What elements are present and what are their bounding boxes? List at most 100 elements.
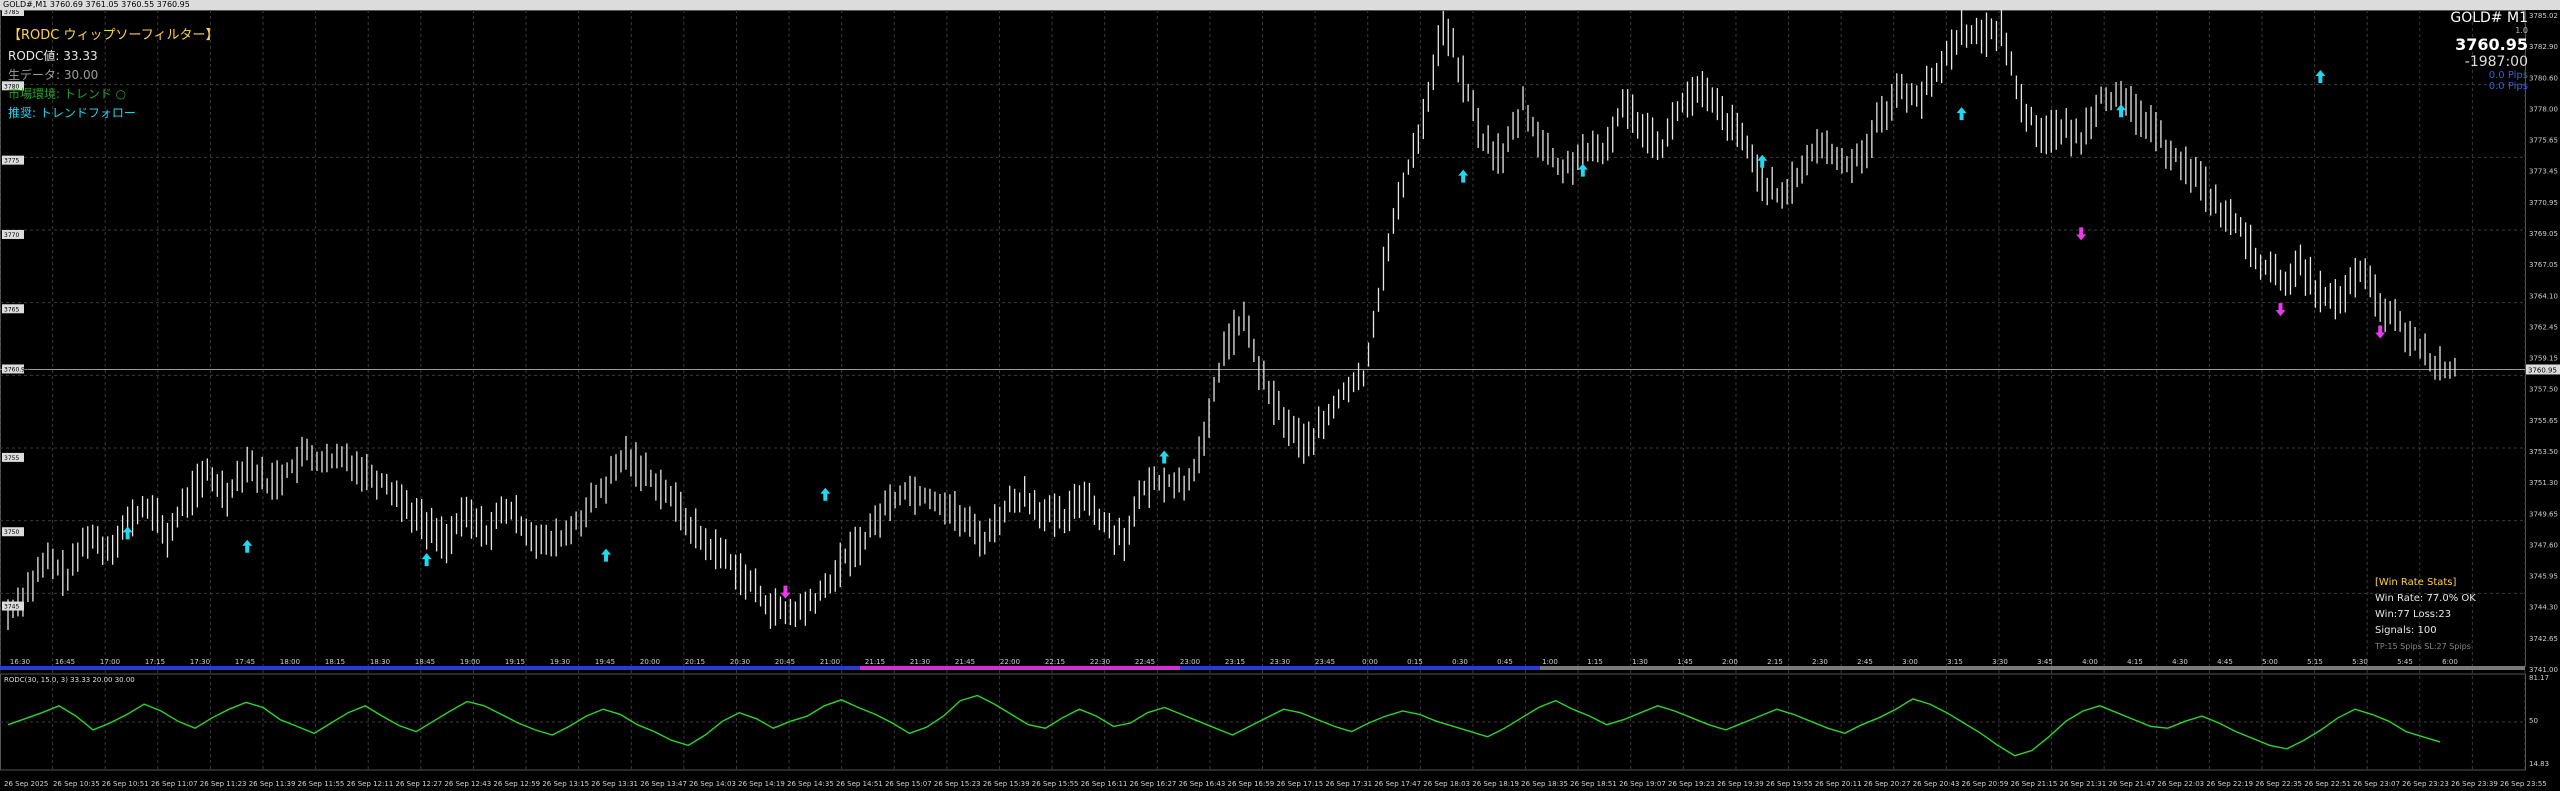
time-strip-label: 2:30 (1812, 658, 1828, 666)
bottom-axis-label: 26 Sep 14:35 (787, 780, 834, 788)
time-strip-label: 21:30 (910, 658, 930, 666)
chart-axes: 3785.02 3782.90 3780.60 3778.00 3775.65 3773.… (2, 10, 2560, 788)
buy-arrow-icon (122, 526, 133, 540)
price-axis-label: 3773.45 (2529, 168, 2558, 176)
spread-ratio: 1.0 (2515, 26, 2528, 35)
time-strip-label: 3:15 (1947, 658, 1963, 666)
bottom-axis-label: 26 Sep 22:19 (2206, 780, 2253, 788)
time-strip-label: 21:15 (865, 658, 885, 666)
time-strip-label: 6:00 (2442, 658, 2458, 666)
price-axis-label: 3749.65 (2529, 510, 2558, 518)
time-strip-label: 19:15 (505, 658, 525, 666)
time-strip-label: 4:30 (2172, 658, 2188, 666)
axis-mark-label: 3775 (4, 158, 19, 165)
session-segment (860, 666, 1180, 670)
indicator-title: 【RODC ウィップソーフィルター】 (8, 28, 219, 43)
time-strip-label: 5:30 (2352, 658, 2368, 666)
buy-arrow-icon (421, 553, 432, 567)
bottom-axis-label: 26 Sep 12:27 (396, 780, 443, 788)
timeframe: M1 (2507, 10, 2528, 26)
window-title: GOLD#,M1 3760.69 3761.05 3760.55 3760.95 (3, 0, 190, 9)
bottom-axis-label: 26 Sep 14:51 (836, 780, 883, 788)
time-strip-label: 17:00 (100, 658, 120, 666)
time-strip-label: 17:15 (145, 658, 165, 666)
buy-arrow-icon (2116, 104, 2127, 118)
time-strip-label: 22:00 (1000, 658, 1020, 666)
chart-canvas[interactable]: 16:30 16:45 17:00 17:15 17:30 17:45 18:00 18:15… (0, 10, 2560, 791)
buy-arrow-icon (1956, 107, 1967, 121)
bottom-axis-label: 26 Sep 16:27 (1130, 780, 1177, 788)
session-segment (1180, 666, 1540, 670)
bottom-axis-label: 26 Sep 22:03 (2157, 780, 2204, 788)
bottom-axis-label: 26 Sep 2025 (4, 780, 48, 788)
chart-title-bar: GOLD#,M1 3760.69 3761.05 3760.55 3760.95 (0, 0, 2560, 10)
bottom-axis-label: 26 Sep 22:35 (2255, 780, 2302, 788)
price-bars (7, 10, 2456, 630)
price-axis-label: 3780.60 (2529, 74, 2558, 82)
price-axis-label: 3753.50 (2529, 448, 2558, 456)
bottom-axis-label: 26 Sep 21:31 (2060, 780, 2107, 788)
bottom-axis-label: 26 Sep 11:55 (298, 780, 345, 788)
price-axis-label: 3762.45 (2529, 323, 2558, 331)
market-env-line: 市場環境: トレンド ○ (8, 87, 127, 101)
time-strip-label: 19:00 (460, 658, 480, 666)
price-axis-label: 3755.65 (2529, 417, 2558, 425)
time-strip-label: 20:15 (685, 658, 705, 666)
bottom-axis-label: 26 Sep 20:59 (1962, 780, 2009, 788)
sell-arrow-icon (2375, 325, 2386, 339)
rodc-value-line: RODC値: 33.33 (8, 49, 98, 63)
time-strip-label: 18:15 (325, 658, 345, 666)
bottom-axis-label: 26 Sep 13:47 (640, 780, 687, 788)
bottom-axis-label: 26 Sep 19:23 (1668, 780, 1715, 788)
time-strip-label: 4:00 (2082, 658, 2098, 666)
buy-arrow-icon (1458, 169, 1469, 183)
bottom-axis-label: 26 Sep 18:35 (1521, 780, 1568, 788)
subwindow-level-label: 81.17 (2529, 674, 2549, 682)
time-strip-label: 1:30 (1632, 658, 1648, 666)
time-strip-label: 2:00 (1722, 658, 1738, 666)
bottom-axis-label: 26 Sep 23:23 (2402, 780, 2449, 788)
bottom-axis-label: 26 Sep 14:19 (738, 780, 785, 788)
time-strip-label: 18:45 (415, 658, 435, 666)
bottom-axis-label: 26 Sep 20:27 (1864, 780, 1911, 788)
time-strip-label: 0:15 (1407, 658, 1423, 666)
recommendation-line: 推奨: トレンドフォロー (8, 106, 136, 120)
bottom-axis-label: 26 Sep 23:39 (2451, 780, 2498, 788)
stats-win-rate: Win Rate: 77.0% OK (2375, 593, 2476, 604)
price-axis-label: 3745.95 (2529, 573, 2558, 581)
price-axis-label: 3775.65 (2529, 137, 2558, 145)
time-strip-label: 2:45 (1857, 658, 1873, 666)
time-strip-label: 1:15 (1587, 658, 1603, 666)
time-strip-label: 19:45 (595, 658, 615, 666)
bottom-axis-label: 26 Sep 11:39 (249, 780, 296, 788)
time-strip-label: 16:45 (55, 658, 75, 666)
price-axis-label: 3764.10 (2529, 292, 2558, 300)
time-strip-label: 1:45 (1677, 658, 1693, 666)
price-axis-label: 3744.30 (2529, 604, 2558, 612)
price-axis-label: 3757.50 (2529, 386, 2558, 394)
time-strip-label: 23:15 (1225, 658, 1245, 666)
stats-win-loss: Win:77 Loss:23 (2375, 609, 2452, 620)
buy-arrow-icon (242, 539, 253, 553)
bottom-axis-label: 26 Sep 18:51 (1570, 780, 1617, 788)
axis-mark-label: 3785 (4, 10, 19, 16)
time-strip-label: 3:30 (1992, 658, 2008, 666)
time-strip-label: 22:30 (1090, 658, 1110, 666)
time-strip-label: 5:45 (2397, 658, 2413, 666)
time-strip-label: 22:45 (1135, 658, 1155, 666)
indicator-info-panel: 【RODC ウィップソーフィルター】 RODC値: 33.33 生データ: 30… (8, 24, 218, 121)
stats-tp-sl: TP:15 Spips SL:27 Spips (2375, 642, 2471, 651)
subwindow-title: RODC(30, 15.0, 3) 33.33 20.00 30.00 (4, 676, 135, 684)
bottom-axis-label: 26 Sep 12:11 (347, 780, 394, 788)
bottom-axis-label: 26 Sep 13:31 (591, 780, 638, 788)
time-strip-label: 19:30 (550, 658, 570, 666)
time-strip-label: 0:00 (1362, 658, 1378, 666)
pips-readout-1: 0.0 Pips (2488, 70, 2528, 81)
price-axis-label: 3770.95 (2529, 199, 2558, 207)
time-strip-label: 21:45 (955, 658, 975, 666)
sell-arrow-icon (2275, 303, 2286, 317)
bottom-axis-label: 26 Sep 16:59 (1228, 780, 1275, 788)
time-strip-label: 4:45 (2217, 658, 2233, 666)
bottom-axis-label: 26 Sep 18:03 (1423, 780, 1470, 788)
bottom-axis-label: 26 Sep 23:07 (2353, 780, 2400, 788)
